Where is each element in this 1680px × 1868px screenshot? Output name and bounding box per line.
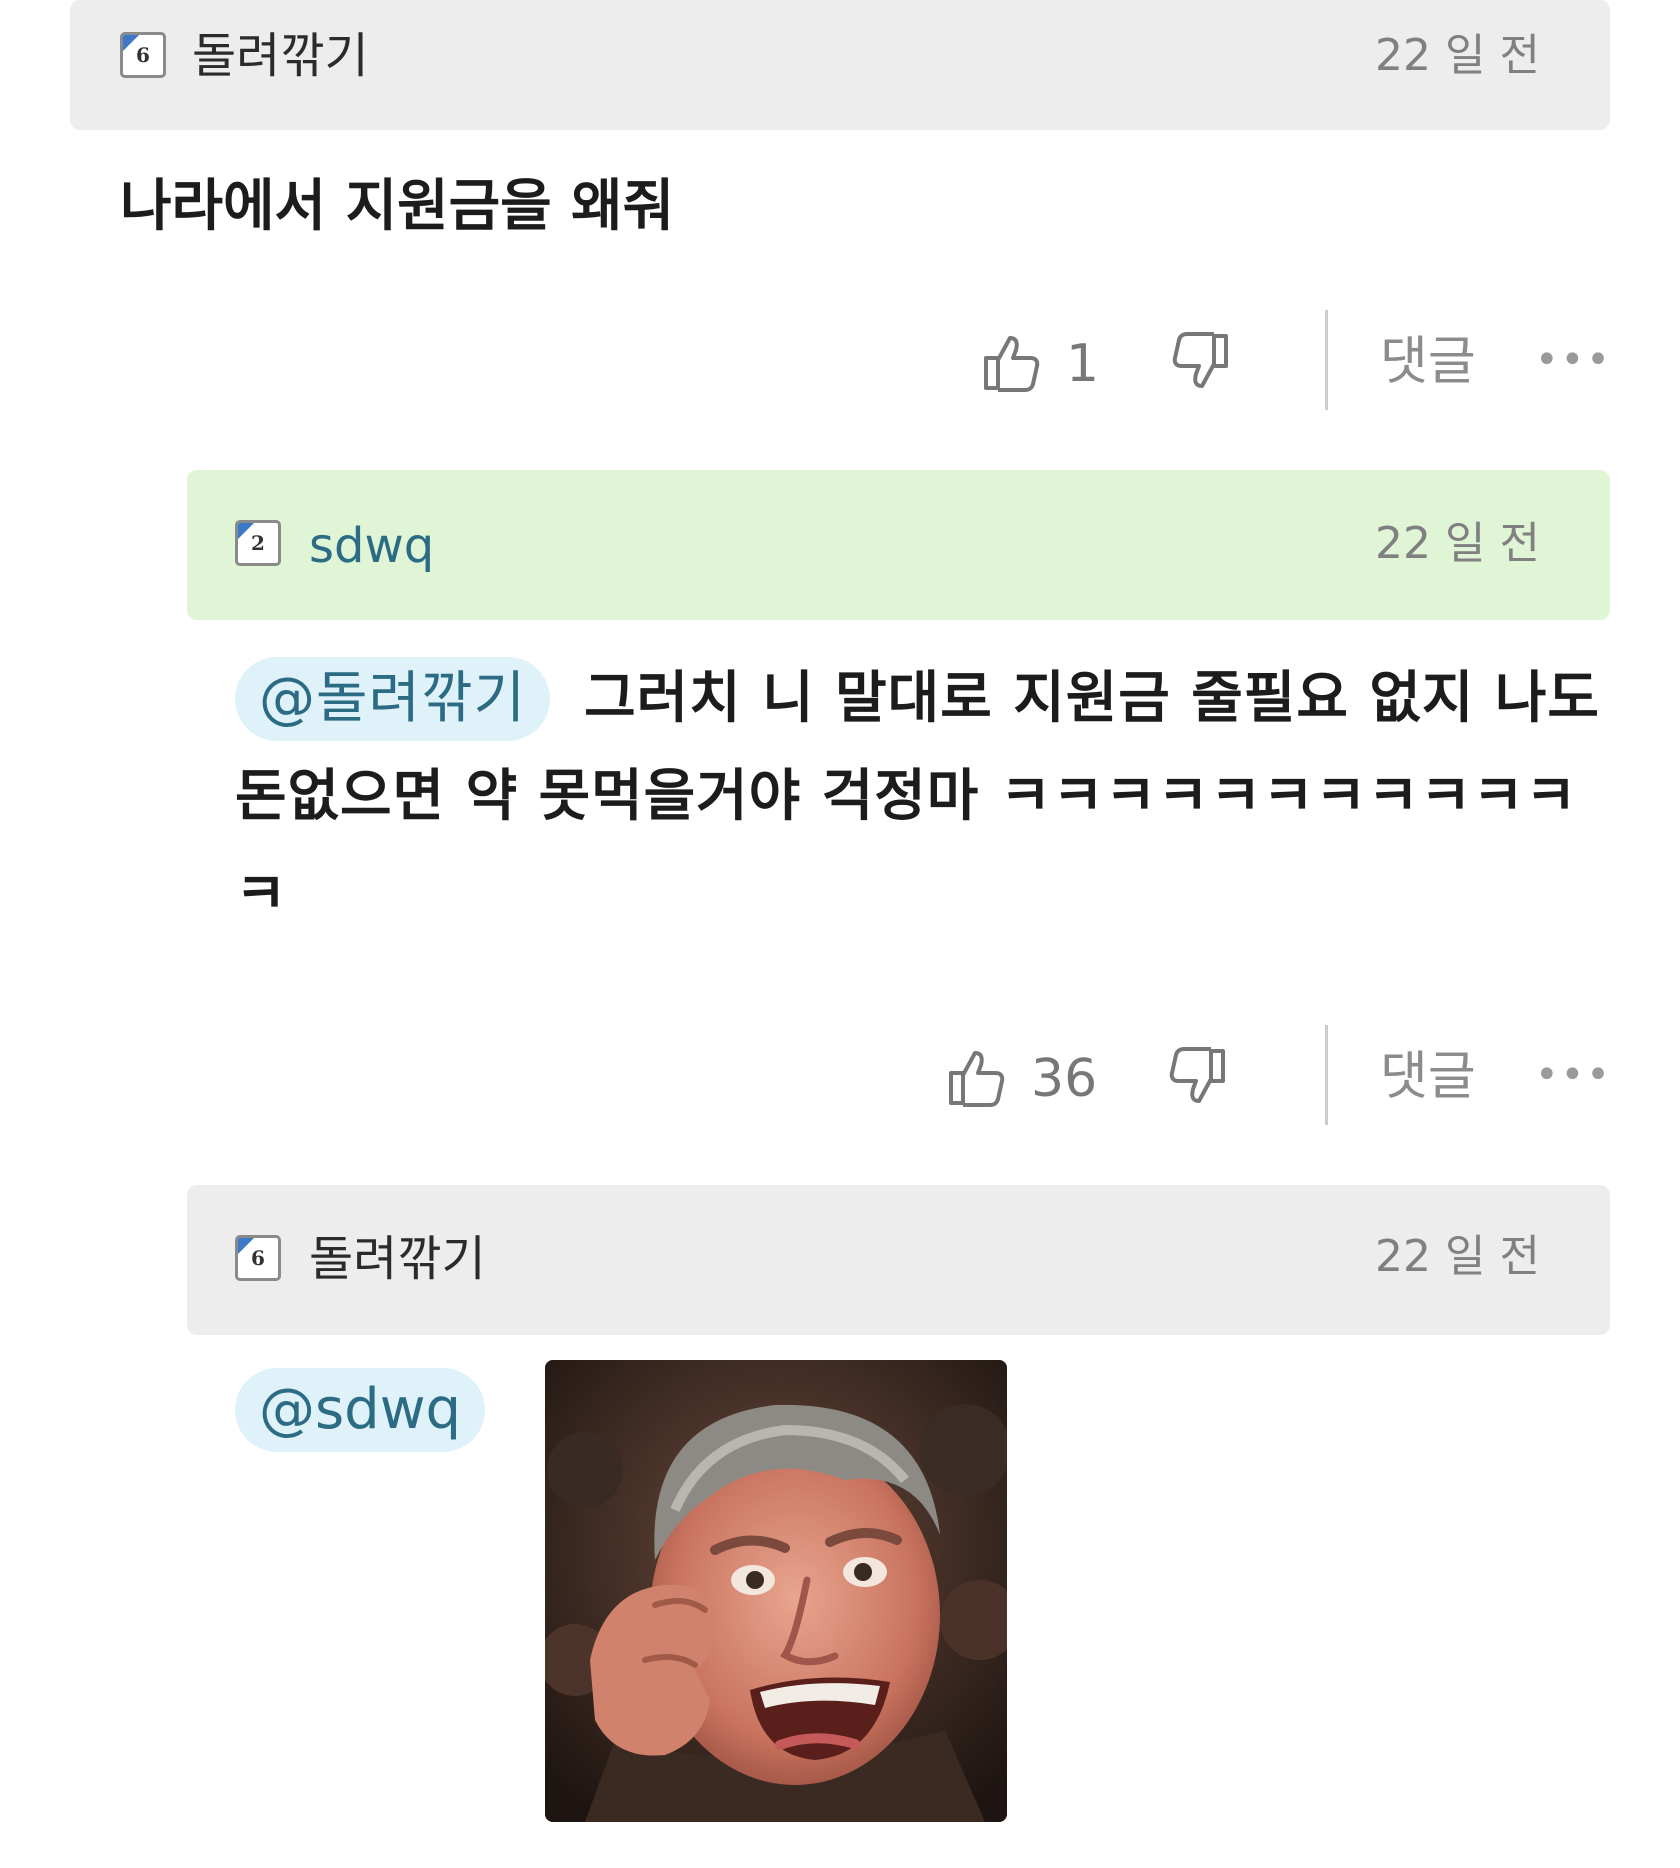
level-badge-icon: 6 bbox=[235, 1235, 281, 1281]
like-count: 36 bbox=[1031, 1049, 1098, 1109]
like-count: 1 bbox=[1066, 334, 1100, 394]
reply-button[interactable]: 댓글 bbox=[1380, 1047, 1476, 1107]
reply-button[interactable]: 댓글 bbox=[1380, 332, 1476, 392]
more-dots-icon[interactable]: ••• bbox=[1535, 340, 1612, 380]
mention-tag[interactable]: @돌려깎기 bbox=[235, 657, 551, 741]
comment-actions: 36 댓글 ••• bbox=[945, 1025, 1625, 1125]
level-number: 2 bbox=[251, 531, 265, 555]
mention-tag[interactable]: @sdwq bbox=[235, 1368, 486, 1452]
level-badge-icon: 2 bbox=[235, 520, 281, 566]
comment-header-highlighted: 2 sdwq 22 일 전 bbox=[187, 470, 1610, 620]
reaction-photo[interactable] bbox=[545, 1360, 1007, 1822]
thumbs-up-icon[interactable] bbox=[980, 330, 1044, 394]
comment-body: 나라에서 지원금을 왜줘 bbox=[120, 174, 675, 239]
comment-body: @돌려깎기 그러치 니 말대로 지원금 줄필요 없지 나도 돈없으면 약 못먹을거… bbox=[235, 650, 1620, 944]
comment-actions: 1 댓글 ••• bbox=[980, 310, 1620, 410]
author-name[interactable]: 돌려깎기 bbox=[309, 1231, 486, 1287]
level-badge-icon: 6 bbox=[120, 32, 166, 78]
comment-header: 6 돌려깎기 22 일 전 bbox=[187, 1185, 1610, 1335]
thumbs-up-icon[interactable] bbox=[945, 1045, 1009, 1109]
more-dots-icon[interactable]: ••• bbox=[1535, 1055, 1612, 1095]
comment-time: 22 일 전 bbox=[1375, 1231, 1540, 1282]
comment-header: 6 돌려깎기 22 일 전 bbox=[70, 0, 1610, 130]
action-divider bbox=[1325, 310, 1328, 410]
shocked-man-reaction-photo bbox=[545, 1360, 1007, 1822]
level-number: 6 bbox=[251, 1246, 265, 1270]
comment-time: 22 일 전 bbox=[1375, 518, 1540, 569]
thumbs-down-icon[interactable] bbox=[1168, 330, 1232, 394]
thumbs-down-icon[interactable] bbox=[1165, 1045, 1229, 1109]
action-divider bbox=[1325, 1025, 1328, 1125]
author-name[interactable]: sdwq bbox=[309, 518, 434, 574]
author-name[interactable]: 돌려깎기 bbox=[192, 28, 369, 84]
level-number: 6 bbox=[136, 43, 150, 67]
comment-time: 22 일 전 bbox=[1375, 30, 1540, 81]
